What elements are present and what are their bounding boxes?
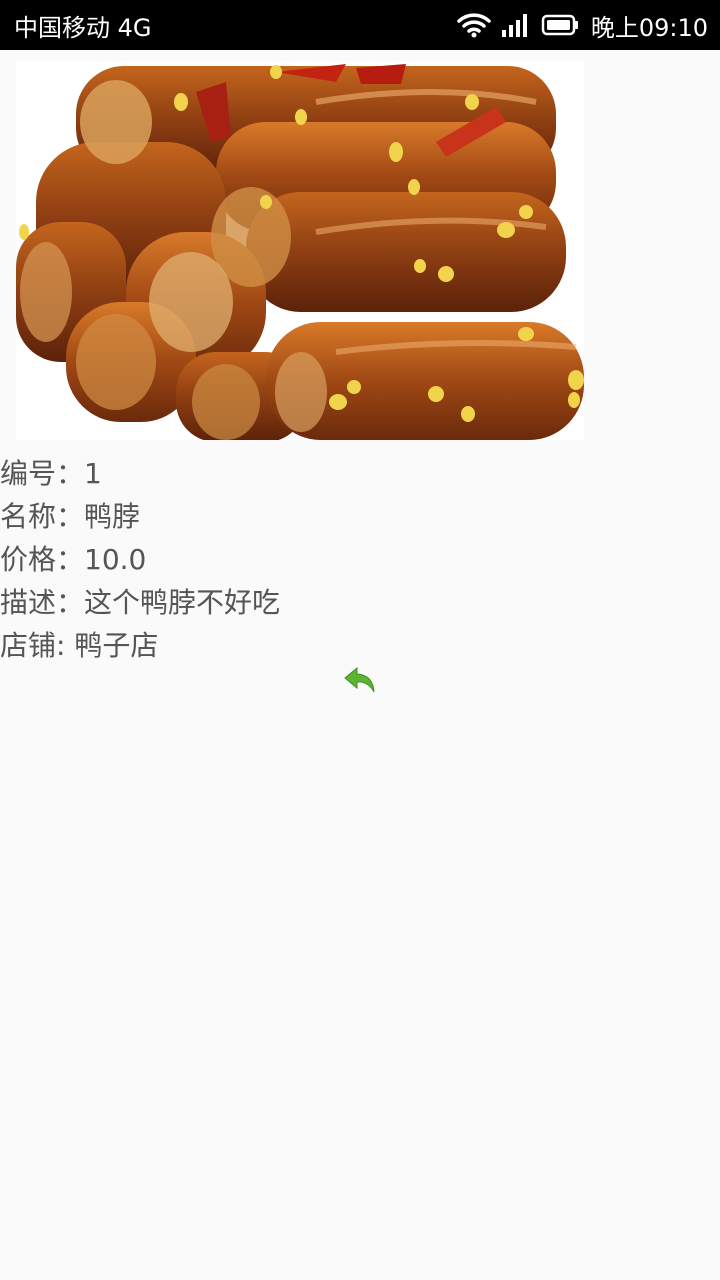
product-image: [16, 62, 584, 440]
battery-icon: [541, 12, 579, 38]
product-details: 编号：1 名称：鸭脖 价格：10.0 描述：这个鸭脖不好吃 店铺: 鸭子店: [0, 452, 720, 667]
back-arrow-icon: [344, 666, 375, 693]
product-shop: 店铺: 鸭子店: [0, 629, 159, 662]
back-button[interactable]: [342, 662, 378, 698]
product-description: 描述：这个鸭脖不好吃: [0, 586, 281, 619]
wifi-icon: [457, 12, 491, 38]
product-name: 名称：鸭脖: [0, 500, 141, 533]
signal-icon: [501, 12, 531, 38]
status-bar: 中国移动 4G 晚上09:10: [0, 0, 720, 50]
product-price: 价格：10.0: [0, 543, 147, 576]
carrier-label: 中国移动 4G: [14, 13, 152, 42]
product-id: 编号：1: [0, 457, 102, 490]
status-indicators: 晚上09:10: [457, 8, 708, 43]
clock: 晚上09:10: [590, 13, 708, 42]
duck-neck-photo: [16, 62, 584, 440]
